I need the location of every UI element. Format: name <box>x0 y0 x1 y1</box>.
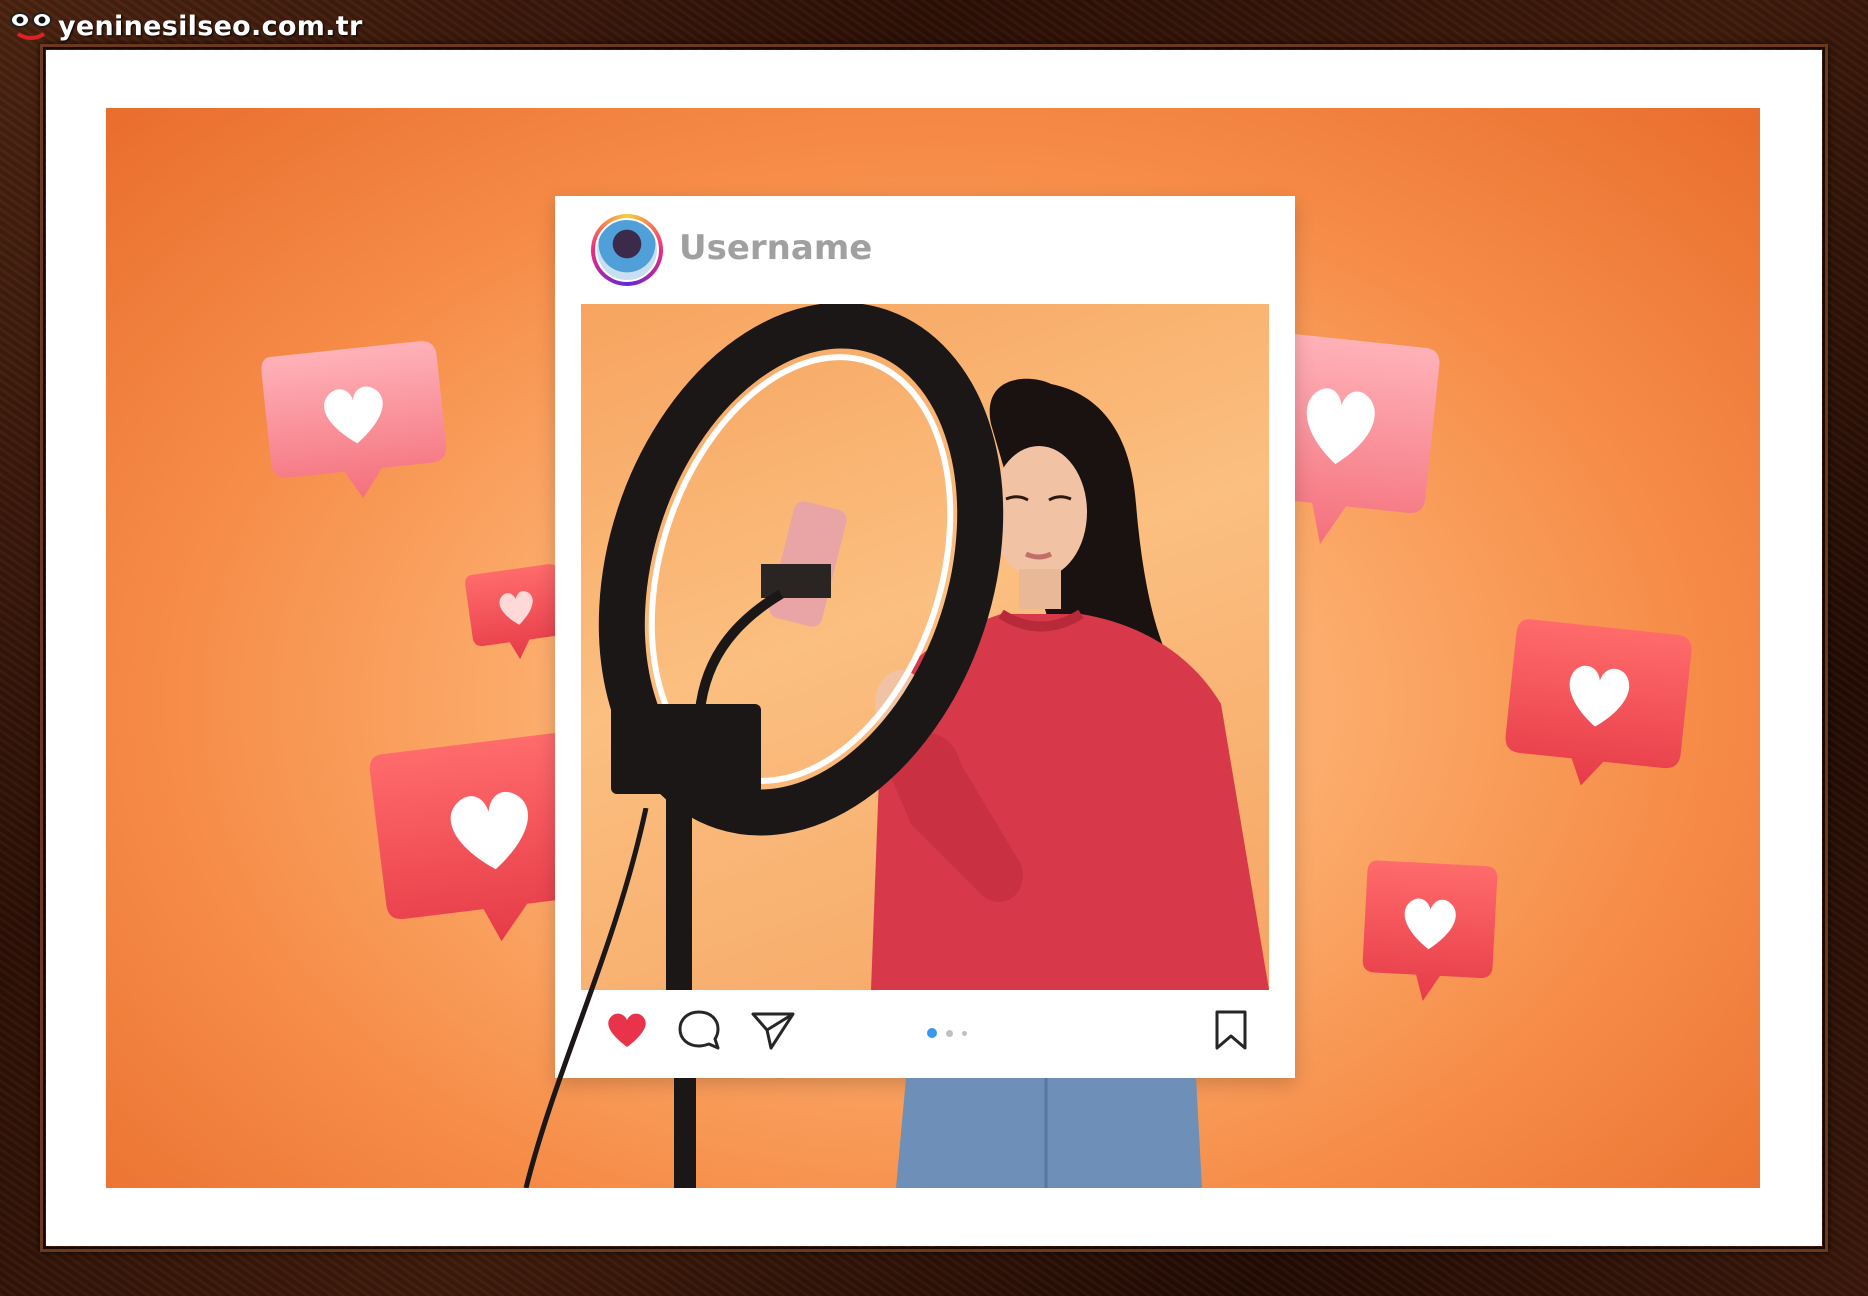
post-image <box>581 304 1269 990</box>
comment-icon[interactable] <box>675 1006 723 1054</box>
light-stand-pole <box>674 1078 696 1188</box>
avatar-photo <box>595 218 659 282</box>
watermark-text: yeninesilseo.com.tr <box>58 10 363 42</box>
paper-plane-icon[interactable] <box>749 1006 797 1054</box>
carousel-dots <box>927 1028 967 1038</box>
power-cable <box>523 808 649 1188</box>
photograph: Username <box>106 108 1760 1188</box>
logo-mark-icon <box>8 8 54 44</box>
post-action-bar <box>555 986 1295 1078</box>
jeans <box>896 1078 1202 1188</box>
carousel-dot <box>946 1029 953 1037</box>
carousel-dot <box>962 1030 967 1036</box>
heart-bubble-icon <box>261 341 447 498</box>
social-post-card: Username <box>555 196 1295 1078</box>
heart-bubble-icon <box>1362 860 1498 1002</box>
avatar <box>591 214 663 286</box>
post-photo <box>598 304 1269 990</box>
post-username: Username <box>679 228 873 268</box>
watermark-logo: yeninesilseo.com.tr <box>8 6 363 46</box>
heart-bubble-icon <box>465 564 566 660</box>
heart-bubble-icon <box>1505 619 1692 786</box>
carousel-dot-active <box>927 1028 937 1038</box>
bookmark-icon[interactable] <box>1207 1006 1255 1054</box>
